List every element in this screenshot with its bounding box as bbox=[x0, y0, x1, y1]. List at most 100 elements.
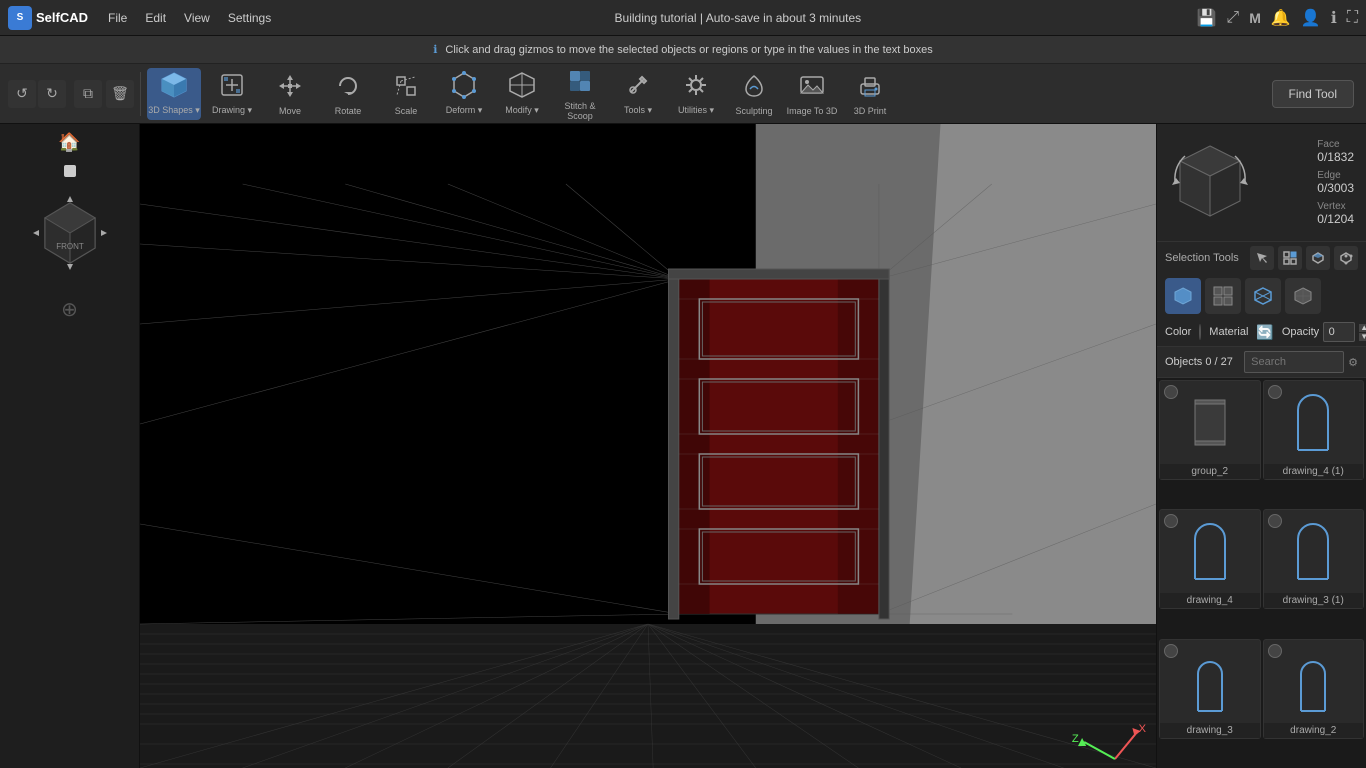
object-item-drawing2[interactable]: drawing_2 bbox=[1263, 639, 1365, 739]
sel-mode-row bbox=[1157, 274, 1366, 318]
obj-checkbox-group2[interactable] bbox=[1164, 385, 1178, 399]
obj-thumb-drawing4 bbox=[1180, 510, 1240, 593]
svg-text:Z: Z bbox=[1072, 733, 1079, 745]
color-picker[interactable] bbox=[1199, 324, 1201, 340]
stitch-scoop-icon bbox=[566, 67, 594, 99]
trash-button[interactable]: 🗑 bbox=[106, 80, 134, 108]
main-area: 🏠 FRONT ⊕ bbox=[0, 124, 1366, 768]
material-icon[interactable]: 🔄 bbox=[1256, 324, 1273, 341]
tool-scale-label: Scale bbox=[395, 106, 418, 116]
opacity-label: Opacity bbox=[1282, 326, 1319, 338]
face-label: Face bbox=[1317, 139, 1354, 150]
objects-count-label: Objects 0 / 27 bbox=[1165, 356, 1233, 368]
sel-mode-face[interactable] bbox=[1165, 278, 1201, 314]
menu-file[interactable]: File bbox=[100, 7, 135, 29]
sel-tool-4[interactable] bbox=[1334, 246, 1358, 270]
home-button[interactable]: 🏠 bbox=[58, 132, 80, 153]
right-panel: Face 0/1832 Edge 0/3003 Vertex 0/1204 Se… bbox=[1156, 124, 1366, 768]
move-icon bbox=[276, 72, 304, 104]
autosave-status: Auto-save in about 3 minutes bbox=[706, 11, 861, 25]
info-icon[interactable]: ℹ bbox=[1331, 8, 1337, 28]
vertex-val: 0/1204 bbox=[1317, 212, 1354, 226]
copy-button[interactable]: ⧉ bbox=[74, 80, 102, 108]
objects-header: Objects 0 / 27 ⚙ bbox=[1157, 346, 1366, 378]
scale-icon bbox=[392, 72, 420, 104]
object-item-drawing4-1[interactable]: drawing_4 (1) bbox=[1263, 380, 1365, 480]
tool-drawing[interactable]: Drawing ▾ bbox=[205, 68, 259, 120]
user-icon[interactable]: 👤 bbox=[1301, 8, 1321, 28]
sel-mode-solid[interactable] bbox=[1285, 278, 1321, 314]
project-info: Building tutorial | Auto-save in about 3… bbox=[291, 11, 1184, 25]
obj-checkbox-drawing3-1[interactable] bbox=[1268, 514, 1282, 528]
objects-settings-icon[interactable]: ⚙ bbox=[1348, 356, 1358, 369]
app-logo[interactable]: S SelfCAD bbox=[8, 6, 88, 30]
obj-checkbox-drawing4[interactable] bbox=[1164, 514, 1178, 528]
viewport[interactable]: X Z bbox=[140, 124, 1156, 768]
fullscreen-icon[interactable]: ⛶ bbox=[1347, 9, 1358, 27]
object-item-group2[interactable]: group_2 bbox=[1159, 380, 1261, 480]
history-controls: ↺ ↻ bbox=[8, 80, 66, 108]
opacity-up[interactable]: ▲ bbox=[1359, 324, 1366, 332]
menu-view[interactable]: View bbox=[176, 7, 218, 29]
tools-icon bbox=[624, 71, 652, 103]
tool-rotate[interactable]: Rotate bbox=[321, 68, 375, 120]
tool-scale[interactable]: Scale bbox=[379, 68, 433, 120]
m-icon[interactable]: M bbox=[1249, 10, 1261, 26]
tool-image-to-3d[interactable]: Image To 3D bbox=[785, 68, 839, 120]
redo-button[interactable]: ↻ bbox=[38, 80, 66, 108]
tool-3d-shapes-label: 3D Shapes ▾ bbox=[148, 105, 200, 116]
obj-checkbox-drawing4-1[interactable] bbox=[1268, 385, 1282, 399]
material-label: Material bbox=[1209, 326, 1248, 338]
opacity-stepper[interactable]: ▲ ▼ bbox=[1359, 324, 1366, 341]
obj-checkbox-drawing3[interactable] bbox=[1164, 644, 1178, 658]
sel-mode-wireframe[interactable] bbox=[1245, 278, 1281, 314]
menu-edit[interactable]: Edit bbox=[137, 7, 174, 29]
3d-scene: X Z bbox=[140, 124, 1156, 768]
obj-checkbox-drawing2[interactable] bbox=[1268, 644, 1282, 658]
object-item-drawing3[interactable]: drawing_3 bbox=[1159, 639, 1261, 739]
svg-text:FRONT: FRONT bbox=[56, 242, 84, 251]
obj-label-group2: group_2 bbox=[1160, 464, 1260, 479]
obj-thumb-drawing3 bbox=[1180, 640, 1240, 723]
tools-label: Tools ▾ bbox=[624, 105, 652, 116]
sel-tool-3[interactable] bbox=[1306, 246, 1330, 270]
vertex-stat: Vertex 0/1204 bbox=[1317, 201, 1354, 226]
tool-sculpting[interactable]: Sculpting bbox=[727, 68, 781, 120]
sel-tool-1[interactable] bbox=[1250, 246, 1274, 270]
opacity-down[interactable]: ▼ bbox=[1359, 333, 1366, 341]
menu-settings[interactable]: Settings bbox=[220, 7, 279, 29]
tool-3d-print[interactable]: 3D Print bbox=[843, 68, 897, 120]
objects-search-input[interactable] bbox=[1244, 351, 1344, 373]
svg-text:X: X bbox=[1139, 723, 1147, 735]
tool-modify[interactable]: Modify ▾ bbox=[495, 68, 549, 120]
undo-button[interactable]: ↺ bbox=[8, 80, 36, 108]
edge-label: Edge bbox=[1317, 170, 1354, 181]
image-to-3d-label: Image To 3D bbox=[787, 106, 838, 116]
object-item-drawing3-1[interactable]: drawing_3 (1) bbox=[1263, 509, 1365, 609]
nav-cube[interactable]: FRONT bbox=[30, 193, 110, 273]
sel-mode-grid[interactable] bbox=[1205, 278, 1241, 314]
tool-deform[interactable]: Deform ▾ bbox=[437, 68, 491, 120]
tool-3d-shapes[interactable]: 3D Shapes ▾ bbox=[147, 68, 201, 120]
find-tool-button[interactable]: Find Tool bbox=[1272, 80, 1354, 108]
notif-icon: ℹ bbox=[433, 43, 437, 56]
obj-label-drawing2: drawing_2 bbox=[1264, 723, 1364, 738]
bell-icon[interactable]: 🔔 bbox=[1271, 8, 1291, 28]
tool-stitch-scoop[interactable]: Stitch & Scoop bbox=[553, 68, 607, 120]
compass-icon[interactable]: ⊕ bbox=[61, 297, 78, 322]
tool-utilities[interactable]: Utilities ▾ bbox=[669, 68, 723, 120]
obj-thumb-drawing4-1 bbox=[1283, 381, 1343, 464]
save-icon[interactable]: 💾 bbox=[1196, 8, 1216, 28]
tool-tools[interactable]: Tools ▾ bbox=[611, 68, 665, 120]
sculpting-icon bbox=[740, 72, 768, 104]
tool-move[interactable]: Move bbox=[263, 68, 317, 120]
left-panel: 🏠 FRONT ⊕ bbox=[0, 124, 140, 768]
toolbar: ↺ ↻ ⧉ 🗑 3D Shapes ▾ Drawing ▾ bbox=[0, 64, 1366, 124]
utilities-icon bbox=[682, 71, 710, 103]
opacity-input[interactable] bbox=[1323, 322, 1355, 342]
sel-tool-2[interactable] bbox=[1278, 246, 1302, 270]
share-icon[interactable]: ⤢ bbox=[1226, 9, 1239, 27]
notif-message: Click and drag gizmos to move the select… bbox=[445, 44, 932, 56]
object-item-drawing4[interactable]: drawing_4 bbox=[1159, 509, 1261, 609]
color-label: Color bbox=[1165, 326, 1191, 338]
